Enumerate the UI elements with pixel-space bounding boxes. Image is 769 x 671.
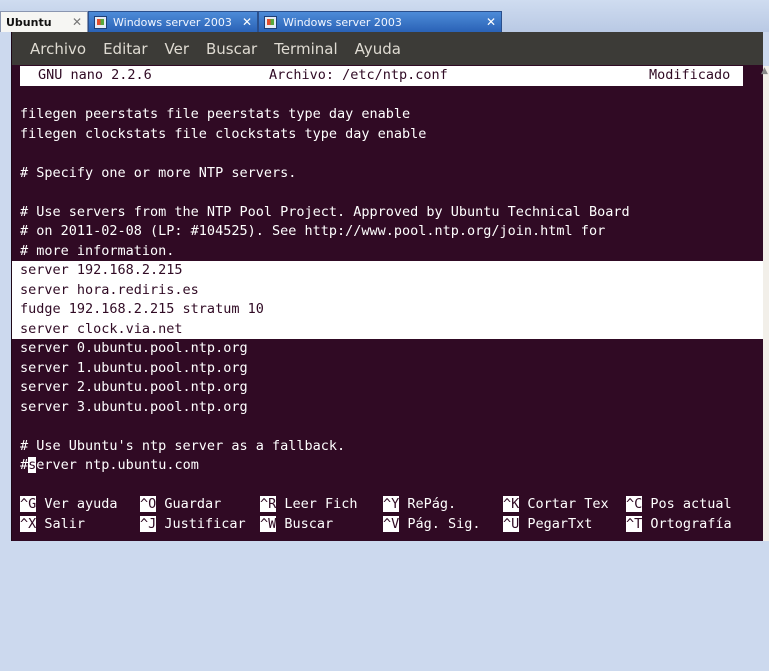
scrollbar[interactable]: ▲ (761, 66, 769, 541)
shortcut-prev-page[interactable]: ^Y RePág. (383, 495, 456, 515)
shortcut-exit[interactable]: ^X Salir (20, 515, 85, 535)
menu-ayuda[interactable]: Ayuda (355, 40, 401, 58)
text-line: # more information. (20, 242, 175, 259)
text-line: # Use Ubuntu's ntp server as a fallback. (20, 437, 346, 454)
shortcut-spelling[interactable]: ^T Ortografía (626, 515, 732, 535)
shortcut-label: Ver ayuda (44, 496, 118, 512)
shortcut-row-1: ^G Ver ayuda ^O Guardar ^R Leer Fich ^Y … (20, 495, 763, 515)
nano-title-bar: GNU nano 2.2.6 Archivo: /etc/ntp.conf Mo… (20, 66, 743, 86)
shortcut-read-file[interactable]: ^R Leer Fich (260, 495, 358, 515)
menu-editar[interactable]: Editar (103, 40, 147, 58)
shortcut-label: RePág. (407, 496, 457, 512)
tab-ubuntu[interactable]: Ubuntu ✕ (0, 11, 88, 32)
terminal-area[interactable]: GNU nano 2.2.6 Archivo: /etc/ntp.conf Mo… (12, 66, 763, 535)
tab-windows-server-1[interactable]: Windows server 2003 ✕ (88, 11, 258, 32)
text-line (20, 183, 763, 203)
shortcut-help[interactable]: ^G Ver ayuda (20, 495, 118, 515)
shortcut-search[interactable]: ^W Buscar (260, 515, 333, 535)
shortcut-key: ^U (503, 515, 520, 532)
windows-vm-icon (264, 15, 277, 29)
scroll-up-arrow-icon[interactable]: ▲ (761, 66, 768, 76)
menu-terminal[interactable]: Terminal (274, 40, 337, 58)
text-line: server 1.ubuntu.pool.ntp.org (20, 359, 248, 376)
terminal-window: Archivo Editar Ver Buscar Terminal Ayuda… (12, 32, 763, 541)
text-line: # on 2011-02-08 (LP: #104525). See http:… (20, 223, 606, 239)
shortcut-paste-text[interactable]: ^U PegarTxt (503, 515, 592, 535)
shortcut-label: PegarTxt (527, 515, 593, 532)
text-line (20, 417, 763, 437)
shortcut-label: Salir (44, 515, 86, 532)
shortcut-label: Cortar Tex (527, 496, 609, 512)
shortcut-justify[interactable]: ^J Justificar (140, 515, 246, 535)
shortcut-label: Pos actual (650, 496, 732, 512)
cursor-line: #server ntp.ubuntu.com (20, 456, 763, 476)
selected-line: server clock.via.net (12, 319, 763, 339)
shortcut-cursor-pos[interactable]: ^C Pos actual (626, 495, 732, 515)
tab-strip: Ubuntu ✕ Windows server 2003 ✕ Windows s… (0, 0, 769, 32)
shortcut-key: ^K (503, 496, 520, 512)
nano-status: Modificado (649, 67, 731, 83)
close-icon[interactable]: ✕ (237, 15, 257, 29)
text-line: # Use servers from the NTP Pool Project.… (20, 203, 630, 220)
tab-windows-server-2[interactable]: Windows server 2003 ✕ (258, 11, 502, 32)
nano-version: GNU nano 2.2.6 (38, 67, 152, 83)
text-line: server 0.ubuntu.pool.ntp.org (20, 340, 248, 356)
shortcut-key: ^O (140, 496, 157, 512)
shortcut-row-2: ^X Salir ^J Justificar ^W Buscar ^V Pág.… (20, 515, 763, 535)
text-line (20, 86, 763, 106)
text-line: server 2.ubuntu.pool.ntp.org (20, 379, 248, 395)
tab-label: Windows server 2003 (113, 15, 232, 29)
menu-buscar[interactable]: Buscar (206, 40, 257, 58)
close-icon[interactable]: ✕ (67, 15, 87, 29)
selected-line: server hora.rediris.es (12, 280, 763, 300)
shortcut-save[interactable]: ^O Guardar (140, 495, 221, 515)
menu-archivo[interactable]: Archivo (30, 40, 86, 58)
shortcut-label: Guardar (164, 496, 222, 512)
cursor-after: erver ntp.ubuntu.com (36, 457, 199, 473)
selected-line: server 192.168.2.215 (12, 261, 763, 281)
menu-bar: Archivo Editar Ver Buscar Terminal Ayuda (12, 32, 763, 65)
shortcut-label: Pág. Sig. (407, 515, 481, 532)
shortcut-key: ^X (20, 515, 37, 532)
menu-ver[interactable]: Ver (165, 40, 190, 58)
shortcut-key: ^R (260, 496, 277, 512)
shortcut-key: ^T (626, 515, 643, 532)
close-icon[interactable]: ✕ (481, 15, 501, 29)
shortcut-label: Buscar (284, 515, 334, 532)
selected-line: fudge 192.168.2.215 stratum 10 (12, 300, 763, 320)
cursor-before: # (20, 457, 29, 473)
tab-label: Ubuntu (6, 15, 52, 29)
text-line: filegen clockstats file clockstats type … (20, 125, 427, 142)
shortcut-key: ^J (140, 515, 157, 532)
shortcut-key: ^C (626, 496, 643, 512)
nano-filename: Archivo: /etc/ntp.conf (269, 67, 448, 83)
windows-vm-icon (94, 15, 107, 29)
shortcut-key: ^Y (383, 496, 400, 512)
shortcut-label: Ortografía (650, 515, 732, 532)
text-line: # Specify one or more NTP servers. (20, 164, 297, 181)
text-line: filegen peerstats file peerstats type da… (20, 106, 411, 122)
shortcut-key: ^W (260, 515, 277, 532)
shortcut-label: Justificar (164, 515, 246, 532)
shortcut-key: ^V (383, 515, 400, 532)
shortcut-key: ^G (20, 496, 37, 512)
text-line (20, 144, 763, 164)
tab-label: Windows server 2003 (283, 15, 402, 29)
text-line: server 3.ubuntu.pool.ntp.org (20, 398, 248, 415)
shortcut-cut-text[interactable]: ^K Cortar Tex (503, 495, 609, 515)
shortcut-label: Leer Fich (284, 496, 358, 512)
shortcut-next-page[interactable]: ^V Pág. Sig. (383, 515, 481, 535)
